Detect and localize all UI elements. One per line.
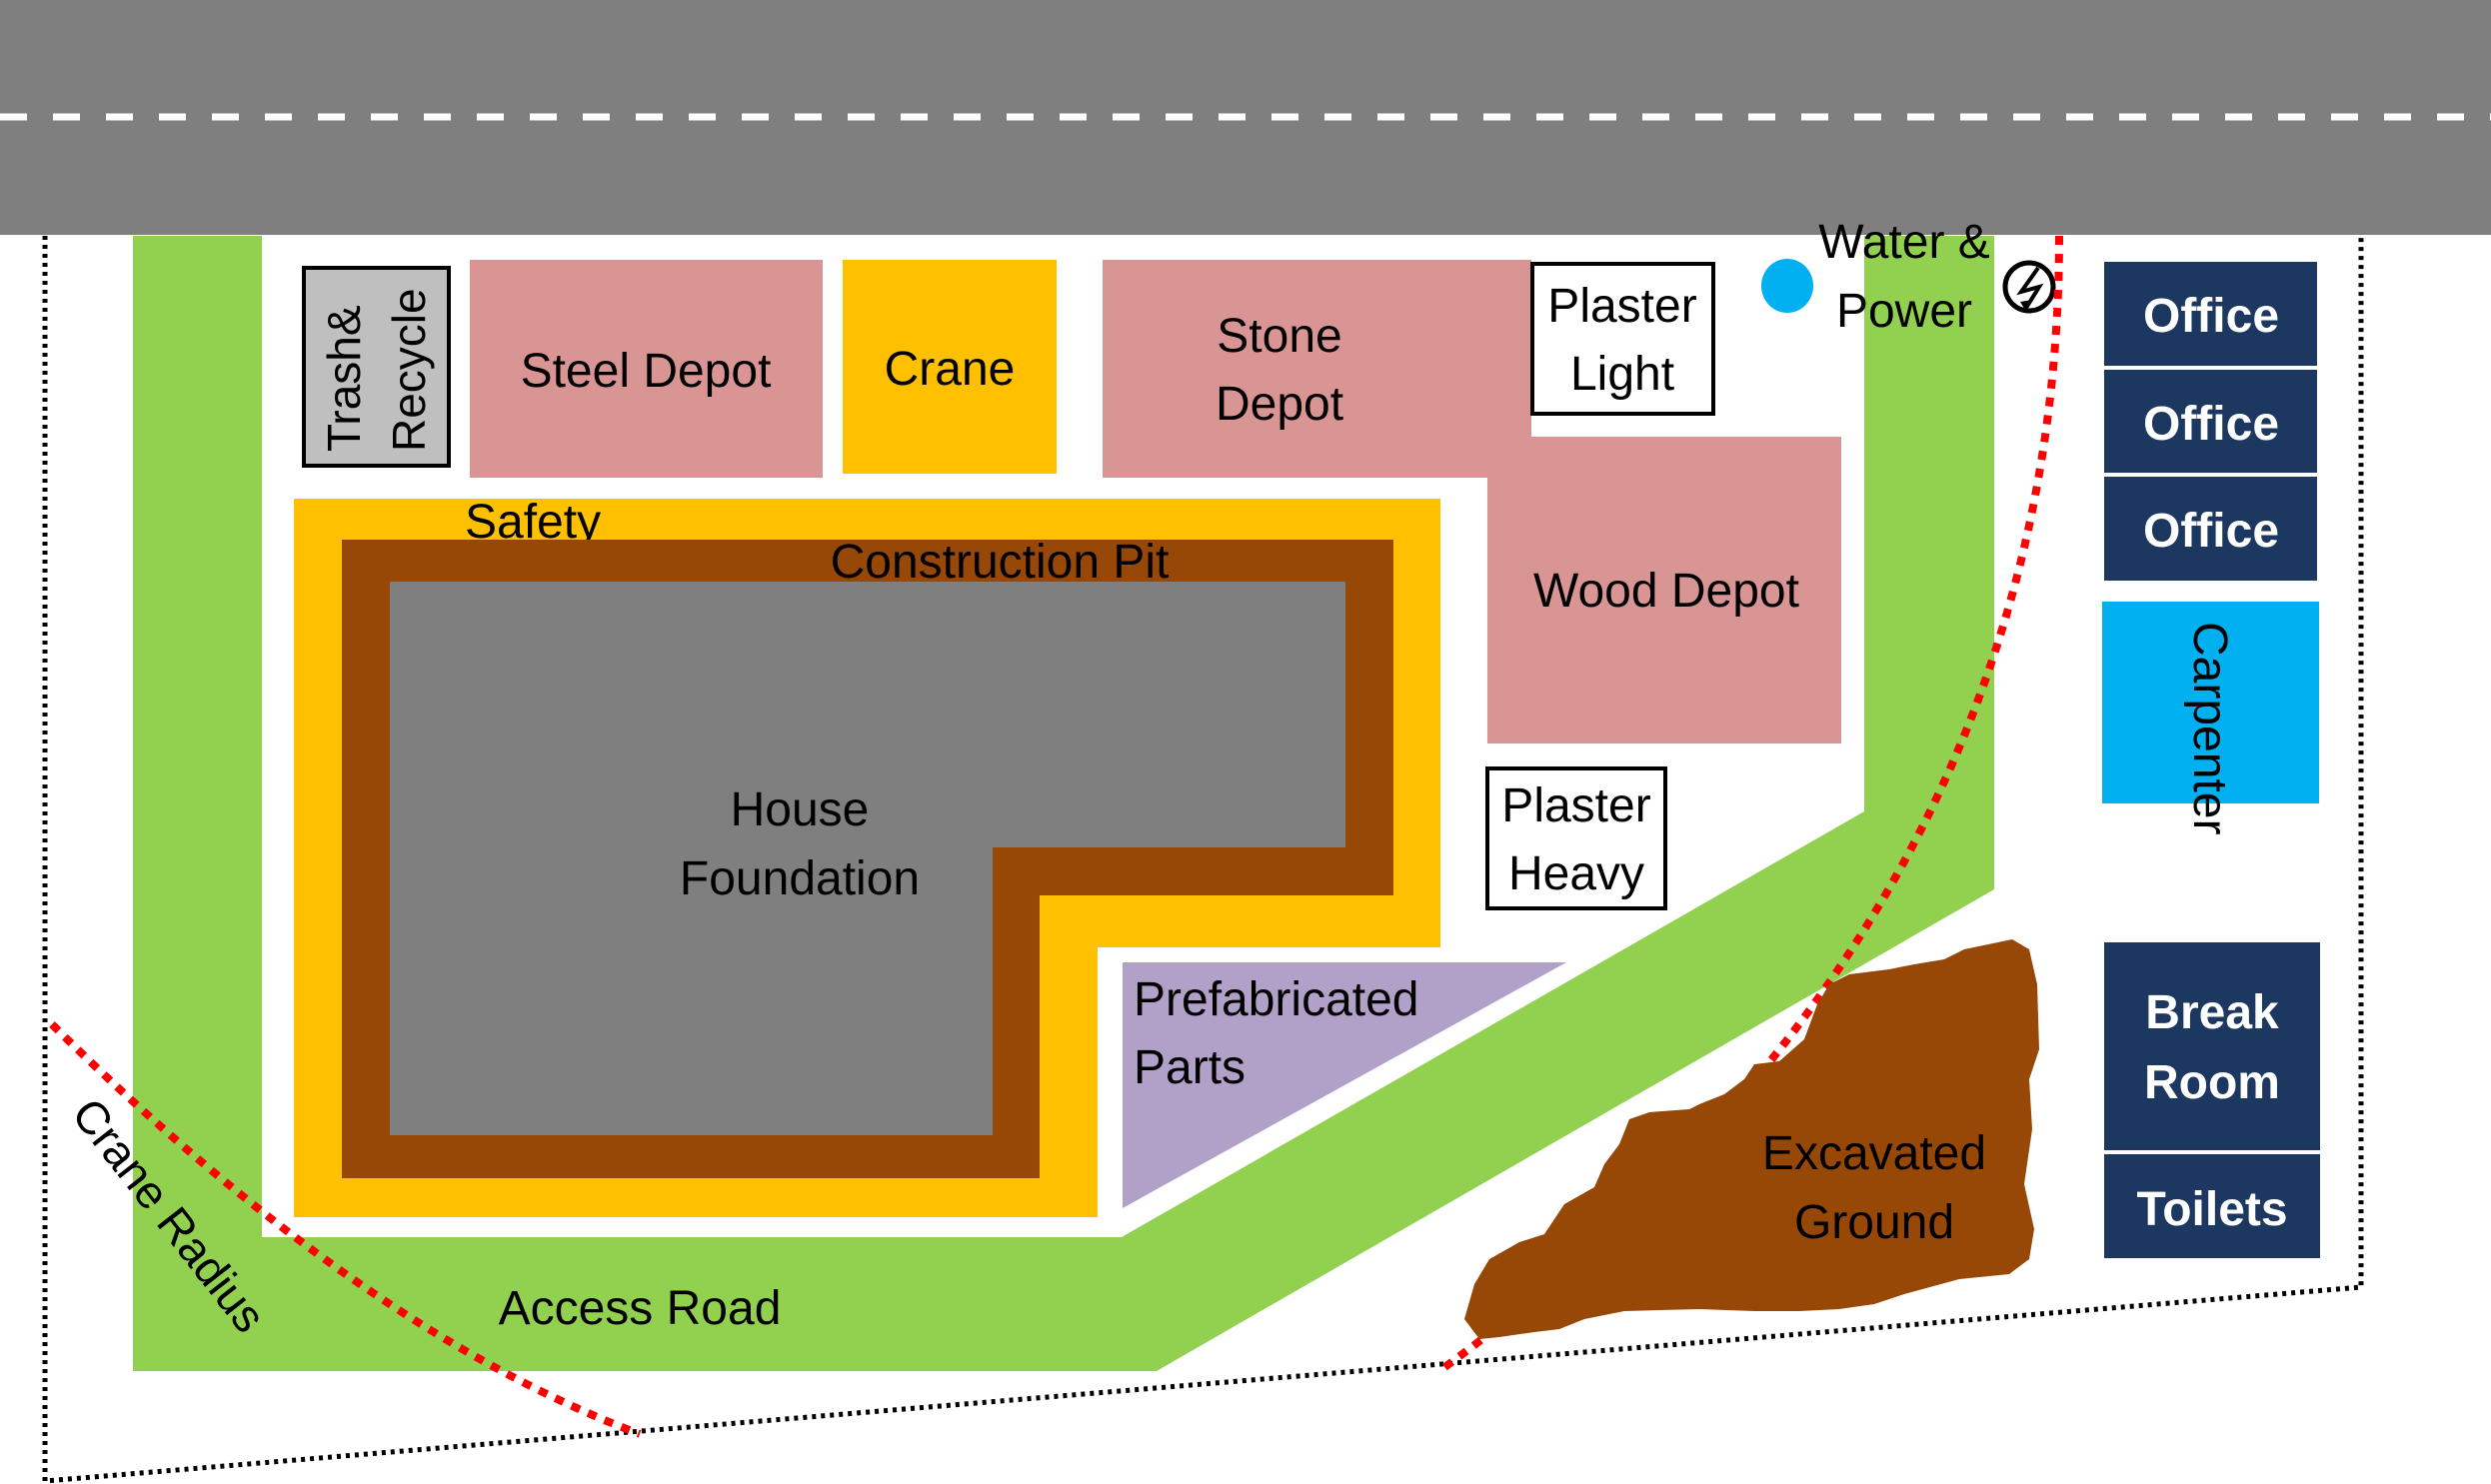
- house-foundation-label-2: Foundation: [680, 852, 920, 905]
- plaster-light-label-1: Plaster: [1547, 280, 1696, 333]
- trash-recycle-zone[interactable]: Trash& Recycle: [302, 266, 451, 468]
- excavated-label-2: Ground: [1794, 1196, 1954, 1249]
- carpenter-zone[interactable]: Carpenter: [2102, 602, 2319, 834]
- stone-depot-label-1: Stone: [1217, 310, 1341, 363]
- crane-zone[interactable]: Crane: [843, 260, 1057, 474]
- plaster-heavy-label-1: Plaster: [1501, 779, 1650, 832]
- toilets[interactable]: Toilets: [2104, 1154, 2320, 1258]
- plaster-light-zone[interactable]: Plaster Light: [1530, 262, 1715, 416]
- office-3[interactable]: Office: [2104, 477, 2317, 581]
- access-road-label: Access Road: [499, 1282, 782, 1335]
- steel-depot-label: Steel Depot: [521, 345, 772, 398]
- water-power-label-1: Water &: [1818, 216, 1990, 269]
- break-room[interactable]: Break Room: [2104, 942, 2320, 1150]
- power-lightning-icon: [2002, 260, 2056, 314]
- recycle-label: Recycle: [383, 288, 435, 452]
- break-room-label-2: Room: [2144, 1056, 2280, 1109]
- office-2[interactable]: Office: [2104, 370, 2317, 473]
- water-point-icon: [1761, 259, 1813, 313]
- construction-pit-label: Construction Pit: [831, 536, 1170, 589]
- steel-depot[interactable]: Steel Depot: [470, 260, 823, 478]
- wood-depot[interactable]: Wood Depot: [1487, 437, 1841, 743]
- plaster-heavy-zone[interactable]: Plaster Heavy: [1485, 766, 1667, 910]
- trash-label: Trash&: [318, 305, 370, 452]
- office-2-label: Office: [2143, 398, 2279, 451]
- break-room-label-1: Break: [2145, 986, 2279, 1039]
- crane-label: Crane: [885, 343, 1016, 396]
- stone-depot-label-2: Depot: [1216, 378, 1343, 431]
- water-power-label-2: Power: [1836, 285, 1972, 338]
- carpenter-label: Carpenter: [2183, 622, 2236, 834]
- house-foundation-label-1: House: [731, 783, 870, 836]
- office-3-label: Office: [2143, 505, 2279, 558]
- office-1-label: Office: [2143, 290, 2279, 343]
- office-1[interactable]: Office: [2104, 262, 2317, 366]
- plaster-light-label-2: Light: [1570, 348, 1674, 401]
- plaster-heavy-label-2: Heavy: [1508, 847, 1644, 900]
- prefab-label-1: Prefabricated: [1134, 973, 1419, 1026]
- site-plan: Trash& Recycle Steel Depot Crane Stone D…: [0, 0, 2491, 1484]
- toilets-label: Toilets: [2136, 1183, 2287, 1236]
- excavated-label-1: Excavated: [1762, 1127, 1986, 1180]
- prefab-label-2: Parts: [1134, 1041, 1246, 1094]
- stone-depot[interactable]: Stone Depot: [1103, 260, 1531, 478]
- wood-depot-label: Wood Depot: [1533, 565, 1799, 618]
